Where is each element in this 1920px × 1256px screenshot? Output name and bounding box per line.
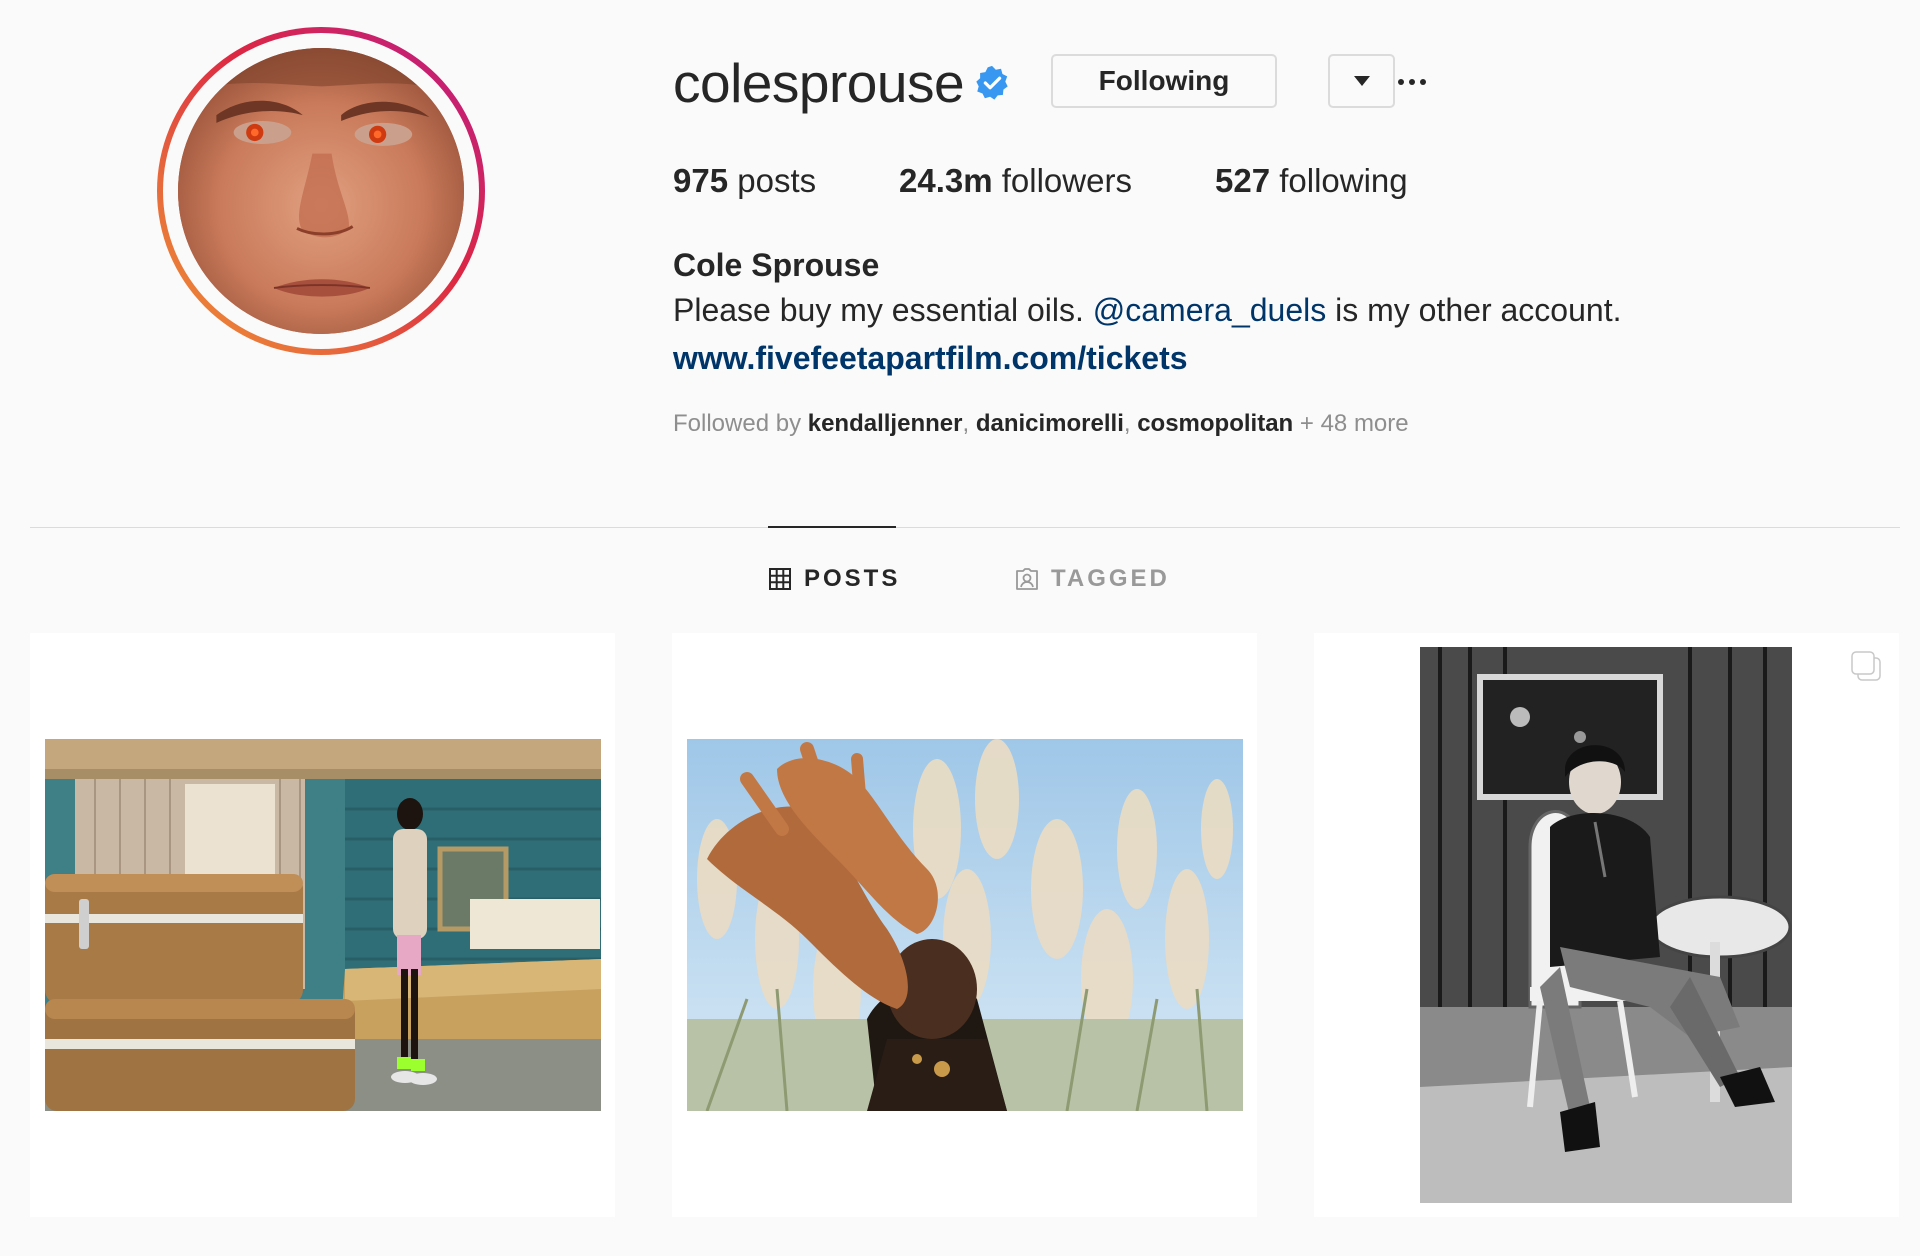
verified-badge-icon [976, 65, 1008, 100]
bio-mention-link[interactable]: @camera_duels [1093, 292, 1326, 328]
followers-count: 24.3m [899, 162, 993, 199]
profile-divider [30, 527, 1900, 528]
tab-tagged[interactable]: TAGGED [1015, 563, 1170, 595]
posts-stat: 975 posts [673, 160, 816, 202]
tab-posts-label: POSTS [804, 565, 901, 592]
post-thumbnail[interactable] [672, 633, 1257, 1217]
grid-icon [769, 568, 791, 590]
bio-text: Please buy my essential oils. [673, 292, 1093, 328]
multiple-photos-icon [1851, 651, 1881, 681]
suggestions-dropdown-button[interactable] [1328, 54, 1395, 108]
caret-down-icon [1353, 76, 1370, 86]
following-stat[interactable]: 527 following [1215, 160, 1408, 202]
avatar-gap [163, 33, 479, 349]
followed-by-account: kendalljenner [807, 410, 963, 437]
post-thumbnail[interactable] [30, 633, 615, 1217]
followed-by-label: Followed by [673, 410, 808, 437]
profile-website-link[interactable]: www.fivefeetapartfilm.com/tickets [673, 338, 1188, 378]
posts-count: 975 [673, 162, 729, 199]
profile-full-name: Cole Sprouse [673, 247, 880, 283]
posts-label: posts [737, 162, 817, 199]
post-photo [687, 739, 1243, 1111]
profile-username: colesprouse [673, 52, 965, 114]
followed-by-account: cosmopolitan [1137, 410, 1294, 437]
followed-by-more: + 48 more [1299, 410, 1409, 437]
tab-tagged-label: TAGGED [1051, 565, 1170, 592]
post-thumbnail[interactable] [1314, 633, 1899, 1217]
followed-by[interactable]: Followed by kendalljenner, danicimorelli… [673, 408, 1409, 440]
following-count: 527 [1215, 162, 1271, 199]
ellipsis-icon [1398, 79, 1426, 85]
post-photo [45, 739, 601, 1111]
tab-posts[interactable]: POSTS [768, 563, 900, 595]
followers-label: followers [1001, 162, 1132, 199]
post-photo [1420, 647, 1792, 1203]
tagged-icon [1016, 568, 1038, 590]
following-label: following [1279, 162, 1408, 199]
options-button[interactable] [1390, 64, 1434, 100]
bio-text-end: is my other account. [1326, 292, 1622, 328]
story-ring[interactable] [157, 27, 485, 355]
followers-stat[interactable]: 24.3m followers [899, 160, 1132, 202]
active-tab-indicator [768, 526, 896, 528]
avatar-photo [178, 48, 464, 334]
profile-bio: Please buy my essential oils. @camera_du… [673, 290, 1621, 330]
avatar[interactable] [178, 48, 464, 334]
followed-by-account: danicimorelli [975, 410, 1124, 437]
following-button[interactable]: Following [1051, 54, 1277, 108]
